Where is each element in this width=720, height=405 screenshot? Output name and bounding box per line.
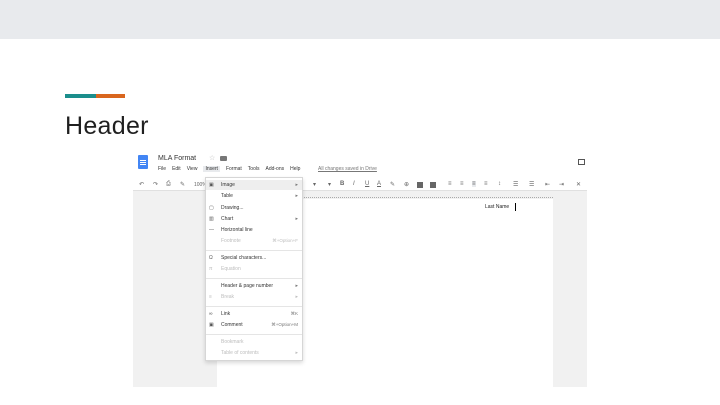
- menu-divider: [206, 278, 302, 279]
- equation-icon: π: [209, 266, 213, 272]
- menu-divider: [206, 334, 302, 335]
- chevron-right-icon: ▸: [295, 216, 298, 222]
- break-icon: ≡: [209, 294, 212, 300]
- insert-menu-break[interactable]: ≡ Break ▸: [206, 292, 302, 302]
- insert-menu-table-of-contents[interactable]: Table of contents ▸: [206, 348, 302, 358]
- omega-icon: Ω: [209, 255, 213, 261]
- slide-top-band: [0, 0, 720, 39]
- increase-indent-icon[interactable]: ⇥: [559, 181, 564, 188]
- menu-insert[interactable]: Insert: [203, 166, 220, 172]
- document-text[interactable]: Last Name: [485, 204, 509, 210]
- underline-icon[interactable]: U: [365, 181, 369, 187]
- drawing-icon: ▢: [209, 205, 214, 211]
- insert-menu-link[interactable]: ∞ Link ⌘K: [206, 309, 302, 319]
- insert-menu-footnote[interactable]: Footnote ⌘+Option+F: [206, 236, 302, 246]
- chevron-right-icon: ▸: [295, 193, 298, 199]
- accent-bar-orange: [96, 94, 125, 98]
- comments-icon[interactable]: [578, 159, 585, 165]
- menu-edit[interactable]: Edit: [172, 166, 181, 172]
- docs-logo-icon[interactable]: [138, 155, 148, 169]
- insert-menu-special-characters[interactable]: Ω Special characters...: [206, 253, 302, 263]
- document-title[interactable]: MLA Format: [158, 155, 196, 162]
- numbered-list-icon[interactable]: ☰: [513, 181, 518, 188]
- slide: Header MLA Format ☆ File Edit View Inser…: [0, 0, 720, 405]
- star-icon[interactable]: ☆: [209, 154, 215, 162]
- slide-title: Header: [65, 112, 149, 140]
- docs-screenshot: MLA Format ☆ File Edit View Insert Forma…: [133, 151, 587, 387]
- bulleted-list-icon[interactable]: ☰: [529, 181, 534, 188]
- paint-format-icon[interactable]: ✎: [180, 181, 185, 188]
- insert-image-icon[interactable]: [430, 182, 436, 188]
- insert-link-icon[interactable]: ⊕: [404, 181, 409, 188]
- insert-menu-bookmark[interactable]: Bookmark: [206, 337, 302, 347]
- menu-format[interactable]: Format: [226, 166, 242, 172]
- font-size-icon[interactable]: ▾: [328, 181, 331, 188]
- chevron-right-icon: ▸: [295, 283, 298, 289]
- insert-menu-comment[interactable]: ▣ Comment ⌘+Option+M: [206, 320, 302, 330]
- menu-help[interactable]: Help: [290, 166, 300, 172]
- highlight-icon[interactable]: ✎: [390, 181, 395, 188]
- insert-comment-icon[interactable]: [417, 182, 423, 188]
- menu-add-ons[interactable]: Add-ons: [265, 166, 284, 172]
- align-center-icon[interactable]: ≡: [460, 181, 464, 187]
- chart-icon: ▥: [209, 216, 214, 222]
- insert-menu-horizontal-line[interactable]: — Horizontal line: [206, 225, 302, 235]
- align-left-icon[interactable]: ≡: [448, 181, 452, 187]
- text-color-icon[interactable]: A: [377, 181, 381, 187]
- menu-file[interactable]: File: [158, 166, 166, 172]
- undo-icon[interactable]: ↶: [139, 181, 144, 188]
- link-icon: ∞: [209, 311, 213, 317]
- horizontal-line-icon: —: [209, 227, 214, 233]
- menu-bar: File Edit View Insert Format Tools Add-o…: [158, 166, 300, 172]
- comment-icon: ▣: [209, 322, 214, 328]
- align-right-icon[interactable]: ≡: [472, 181, 476, 187]
- insert-menu-table[interactable]: Table ▸: [206, 191, 302, 201]
- insert-menu-chart[interactable]: ▥ Chart ▸: [206, 214, 302, 224]
- formatting-toolbar: ↶ ↷ ⎙ ✎ 100% ▾ ▾ B I U A ✎ ⊕ ≡ ≡ ≡ ≡ ↕ ☰…: [133, 179, 587, 191]
- redo-icon[interactable]: ↷: [153, 181, 158, 188]
- text-cursor: [515, 203, 516, 211]
- accent-bar-teal: [65, 94, 96, 98]
- clear-formatting-icon[interactable]: ✕: [576, 181, 581, 188]
- chevron-right-icon: ▸: [295, 294, 298, 300]
- chevron-right-icon: ▸: [295, 182, 298, 188]
- menu-divider: [206, 306, 302, 307]
- menu-tools[interactable]: Tools: [248, 166, 260, 172]
- insert-menu-equation[interactable]: π Equation: [206, 264, 302, 274]
- insert-menu-header-page-number[interactable]: Header & page number ▸: [206, 281, 302, 291]
- justify-icon[interactable]: ≡: [484, 181, 488, 187]
- chevron-down-icon[interactable]: ▾: [313, 181, 316, 188]
- chevron-right-icon: ▸: [295, 350, 298, 356]
- insert-menu-image[interactable]: ▣ Image ▸: [206, 180, 302, 190]
- italic-icon[interactable]: I: [353, 181, 355, 187]
- insert-menu-drawing[interactable]: ▢ Drawing...: [206, 203, 302, 213]
- menu-view[interactable]: View: [187, 166, 198, 172]
- saved-status-link[interactable]: All changes saved in Drive: [318, 166, 377, 172]
- decrease-indent-icon[interactable]: ⇤: [545, 181, 550, 188]
- line-spacing-icon[interactable]: ↕: [498, 181, 501, 187]
- insert-menu: ▣ Image ▸ Table ▸ ▢ Drawing... ▥ Chart ▸…: [205, 177, 303, 361]
- image-icon: ▣: [209, 182, 214, 188]
- folder-icon[interactable]: [220, 156, 227, 161]
- print-icon[interactable]: ⎙: [166, 181, 171, 188]
- bold-icon[interactable]: B: [340, 181, 344, 187]
- menu-divider: [206, 250, 302, 251]
